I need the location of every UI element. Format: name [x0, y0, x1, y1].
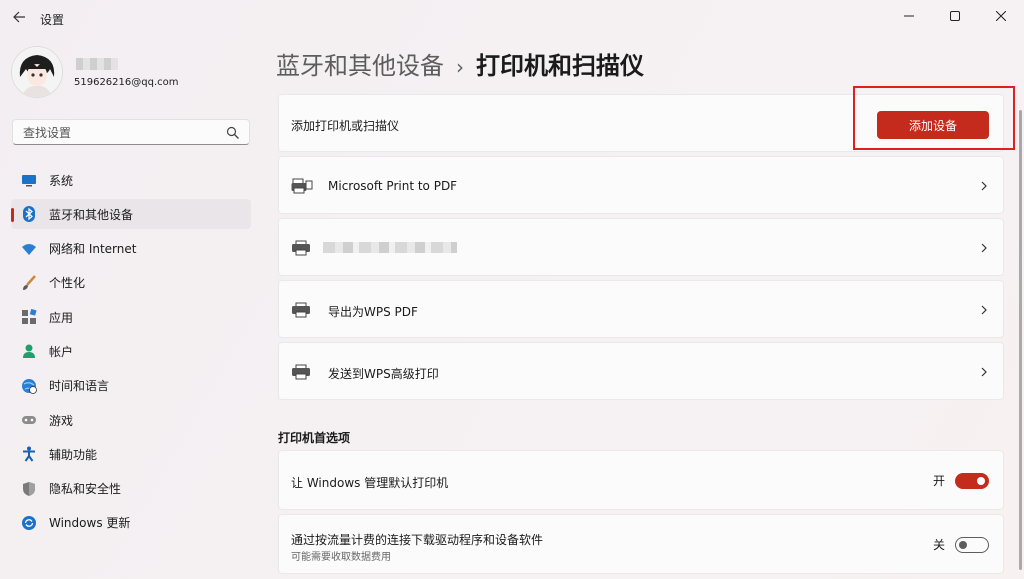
- search-icon[interactable]: [226, 126, 240, 140]
- sidebar-item-gaming[interactable]: 游戏: [11, 405, 251, 435]
- gamepad-icon: [21, 412, 37, 428]
- sidebar-nav: 系统 蓝牙和其他设备 网络和 Internet 个性化 应用 帐户 时间和语言 …: [11, 165, 251, 542]
- title-bar: 设置: [0, 0, 1024, 36]
- printer-row[interactable]: 发送到WPS高级打印: [278, 342, 1004, 400]
- add-printer-label: 添加打印机或扫描仪: [291, 119, 400, 133]
- apps-icon: [21, 309, 37, 325]
- chevron-right-icon: [981, 243, 987, 253]
- sidebar-item-label: 时间和语言: [49, 379, 110, 394]
- sidebar-item-label: 系统: [49, 173, 74, 188]
- sidebar-item-label: Windows 更新: [49, 516, 131, 531]
- minimize-button[interactable]: [886, 0, 932, 32]
- printer-name-blurred: [323, 242, 457, 253]
- sidebar-item-label: 蓝牙和其他设备: [49, 207, 134, 222]
- monitor-icon: [21, 172, 37, 188]
- breadcrumb-parent[interactable]: 蓝牙和其他设备: [276, 52, 444, 80]
- sidebar-item-bluetooth-devices[interactable]: 蓝牙和其他设备: [11, 199, 251, 230]
- default-printer-label: 让 Windows 管理默认打印机: [291, 476, 449, 490]
- printer-icon: [292, 302, 310, 318]
- shield-icon: [21, 481, 37, 497]
- sidebar-item-time-language[interactable]: 时间和语言: [11, 371, 251, 401]
- default-printer-setting: 让 Windows 管理默认打印机 开: [278, 450, 1004, 510]
- printer-row[interactable]: 导出为WPS PDF: [278, 280, 1004, 338]
- printer-row[interactable]: [278, 218, 1004, 276]
- sidebar-item-label: 网络和 Internet: [49, 242, 137, 257]
- maximize-button[interactable]: [932, 0, 978, 32]
- sidebar-item-label: 辅助功能: [49, 447, 98, 462]
- wifi-icon: [21, 241, 37, 257]
- breadcrumb: 蓝牙和其他设备 › 打印机和扫描仪: [276, 46, 644, 81]
- highlight-box: [853, 86, 1015, 150]
- printer-pdf-icon: [291, 178, 313, 194]
- user-email: 519626216@qq.com: [74, 77, 179, 88]
- sidebar-item-network[interactable]: 网络和 Internet: [11, 234, 251, 264]
- toggle-state-label: 开: [932, 474, 945, 488]
- metered-download-label: 通过按流量计费的连接下载驱动程序和设备软件: [291, 533, 544, 547]
- bluetooth-icon: [21, 206, 37, 223]
- account-icon: [21, 343, 37, 359]
- search-box[interactable]: [12, 119, 250, 145]
- sidebar-item-label: 个性化: [49, 276, 86, 291]
- sidebar-item-accounts[interactable]: 帐户: [11, 336, 251, 366]
- metered-toggle-group: 关: [933, 536, 989, 553]
- globe-clock-icon: [21, 378, 37, 394]
- close-button[interactable]: [978, 0, 1024, 32]
- printer-row[interactable]: Microsoft Print to PDF: [278, 156, 1004, 214]
- app-title: 设置: [40, 13, 65, 27]
- chevron-right-icon: [981, 367, 987, 377]
- accessibility-icon: [21, 446, 37, 462]
- sidebar-item-label: 应用: [49, 310, 74, 325]
- sidebar-item-label: 帐户: [49, 344, 74, 359]
- page-title: 打印机和扫描仪: [476, 52, 644, 80]
- toggle-state-label: 关: [932, 538, 945, 552]
- brush-icon: [21, 275, 37, 291]
- metered-download-toggle[interactable]: [955, 536, 989, 553]
- sidebar-item-personalization[interactable]: 个性化: [11, 268, 251, 298]
- avatar[interactable]: [12, 47, 62, 97]
- sidebar-item-label: 游戏: [49, 413, 74, 428]
- section-title: 打印机首选项: [278, 431, 351, 445]
- chevron-right-icon: [981, 305, 987, 315]
- printer-icon: [292, 364, 310, 380]
- metered-download-sub: 可能需要收取数据费用: [291, 552, 391, 563]
- printer-name: 导出为WPS PDF: [328, 305, 418, 319]
- chevron-right-icon: [981, 181, 987, 191]
- printer-name: 发送到WPS高级打印: [328, 367, 439, 381]
- default-printer-toggle-group: 开: [933, 472, 989, 489]
- metered-download-setting: 通过按流量计费的连接下载驱动程序和设备软件 可能需要收取数据费用 关: [278, 514, 1004, 574]
- default-printer-toggle[interactable]: [955, 472, 989, 489]
- breadcrumb-separator: ›: [456, 55, 464, 79]
- sidebar-item-apps[interactable]: 应用: [11, 302, 251, 332]
- sidebar-item-label: 隐私和安全性: [49, 482, 122, 497]
- sidebar-item-privacy[interactable]: 隐私和安全性: [11, 474, 251, 504]
- back-arrow-icon[interactable]: [11, 10, 27, 26]
- user-name-blurred: [76, 58, 118, 70]
- sidebar-item-system[interactable]: 系统: [11, 165, 251, 195]
- sidebar-item-accessibility[interactable]: 辅助功能: [11, 439, 251, 469]
- update-icon: [21, 515, 37, 531]
- printer-name: Microsoft Print to PDF: [328, 179, 458, 193]
- search-input[interactable]: [21, 124, 225, 142]
- scrollbar[interactable]: [1019, 110, 1022, 570]
- printer-icon: [292, 240, 310, 256]
- sidebar-item-windows-update[interactable]: Windows 更新: [11, 508, 251, 538]
